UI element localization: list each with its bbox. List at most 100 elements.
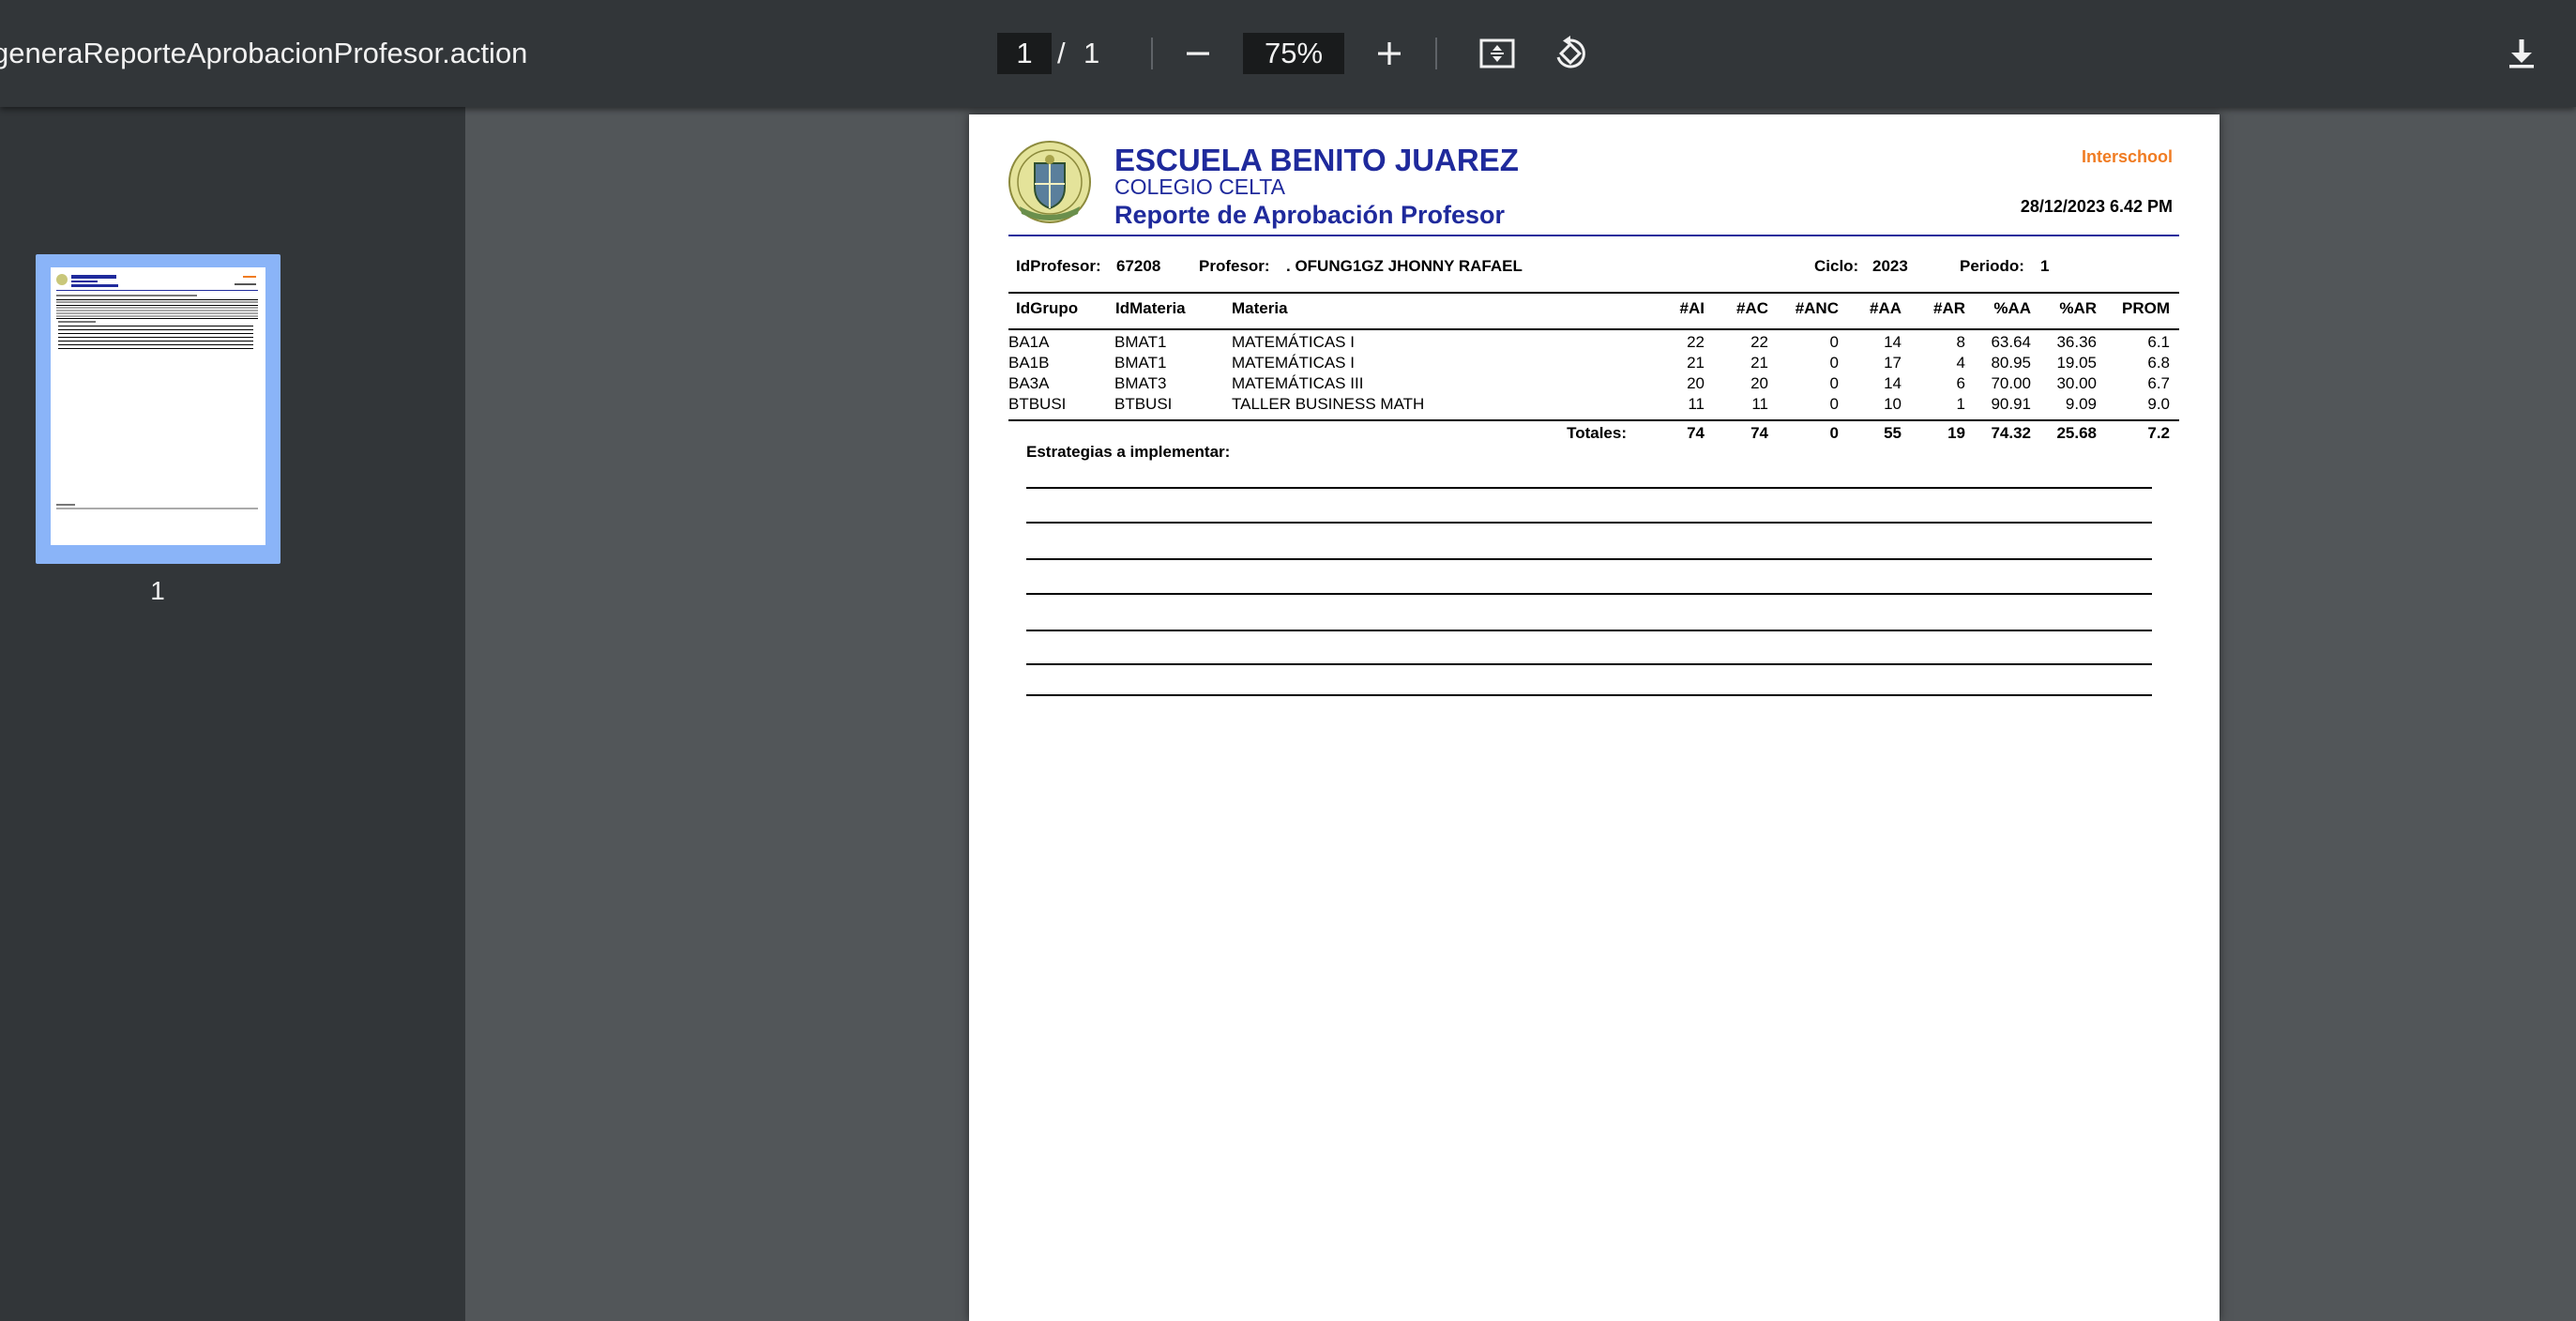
column-header: IdMateria <box>1115 299 1186 317</box>
fit-page-button[interactable] <box>1469 25 1525 82</box>
totals-cell: 55 <box>1884 424 1902 442</box>
profesor-label: Profesor: <box>1199 257 1270 275</box>
column-header: %AA <box>1993 299 2031 317</box>
strategy-line <box>1026 487 2152 489</box>
periodo-label: Periodo: <box>1960 257 2024 275</box>
table-cell: 0 <box>1829 374 1839 392</box>
toolbar-divider <box>1151 38 1153 69</box>
totals-label: Totales: <box>1567 424 1627 442</box>
table-cell: 30.00 <box>2056 374 2097 392</box>
totals-cell: 74 <box>1687 424 1705 442</box>
pdf-toolbar: generaReporteAprobacionProfesor.action /… <box>0 0 2576 107</box>
table-cell: MATEMÁTICAS I <box>1232 354 1355 372</box>
plus-icon <box>1378 42 1401 65</box>
minus-icon <box>1187 52 1209 55</box>
strategy-line <box>1026 630 2152 631</box>
toolbar-divider <box>1435 38 1437 69</box>
column-header: %AR <box>2059 299 2097 317</box>
table-cell: 36.36 <box>2056 333 2097 351</box>
report-title: Reporte de Aprobación Profesor <box>1114 201 1506 229</box>
table-cell: 0 <box>1829 395 1839 413</box>
zoom-level-input[interactable]: 75% <box>1243 33 1344 74</box>
strategy-line <box>1026 593 2152 595</box>
table-cell: 9.09 <box>2065 395 2097 413</box>
table-cell: 0 <box>1829 354 1839 372</box>
header-bottom-rule <box>1008 328 2179 330</box>
table-cell: BTBUSI <box>1008 395 1067 413</box>
strategy-line <box>1026 558 2152 560</box>
page-thumbnail[interactable] <box>36 254 280 564</box>
document-title: generaReporteAprobacionProfesor.action <box>0 37 528 69</box>
table-cell: BMAT3 <box>1114 374 1167 392</box>
column-header: #AR <box>1932 299 1965 317</box>
table-cell: 90.91 <box>1991 395 2031 413</box>
table-top-rule <box>1008 292 2179 294</box>
table-cell: 8 <box>1956 333 1965 351</box>
profesor-value: . OFUNG1GZ JHONNY RAFAEL <box>1286 257 1523 275</box>
table-cell: 14 <box>1884 374 1902 392</box>
ciclo-label: Ciclo: <box>1814 257 1859 275</box>
page-total: 1 <box>1083 37 1100 69</box>
table-cell: 6.7 <box>2147 374 2170 392</box>
totals-cell: 7.2 <box>2147 424 2170 442</box>
table-cell: BMAT1 <box>1114 354 1167 372</box>
table-cell: 21 <box>1687 354 1705 372</box>
table-cell: 19.05 <box>2056 354 2097 372</box>
table-cell: 22 <box>1750 333 1768 351</box>
download-button[interactable] <box>2493 25 2550 82</box>
table-cell: 6.8 <box>2147 354 2170 372</box>
totals-cell: 25.68 <box>2056 424 2097 442</box>
rotate-icon <box>1556 36 1585 68</box>
id-profesor-label: IdProfesor: <box>1016 257 1101 275</box>
thumbnail-page-preview <box>51 267 265 545</box>
table-cell: 14 <box>1884 333 1902 351</box>
table-cell: MATEMÁTICAS III <box>1232 374 1364 392</box>
table-cell: 10 <box>1884 395 1902 413</box>
download-icon <box>2509 39 2534 68</box>
table-cell: 21 <box>1750 354 1768 372</box>
table-cell: 80.95 <box>1991 354 2031 372</box>
pdf-page: ESCUELA BENITO JUAREZ COLEGIO CELTA Repo… <box>969 114 2220 1321</box>
strategy-line <box>1026 694 2152 696</box>
rotate-button[interactable] <box>1542 25 1599 82</box>
report-date: 28/12/2023 6.42 PM <box>2020 197 2173 216</box>
totals-top-rule <box>1008 419 2179 421</box>
totals-cell: 19 <box>1947 424 1965 442</box>
ciclo-value: 2023 <box>1872 257 1908 275</box>
table-cell: 11 <box>1688 395 1705 413</box>
table-cell: 22 <box>1687 333 1705 351</box>
fit-page-icon <box>1479 38 1515 68</box>
table-cell: BA3A <box>1008 374 1050 392</box>
school-crest-logo <box>1008 141 1091 223</box>
table-cell: BA1B <box>1008 354 1050 372</box>
table-cell: 6.1 <box>2147 333 2170 351</box>
campus-name: COLEGIO CELTA <box>1114 175 1285 199</box>
column-header: PROM <box>2122 299 2170 317</box>
column-header: #AA <box>1869 299 1902 317</box>
table-cell: 70.00 <box>1991 374 2031 392</box>
column-header: Materia <box>1232 299 1288 317</box>
totals-cell: 0 <box>1829 424 1839 442</box>
column-header: #AI <box>1679 299 1705 317</box>
thumbnail-preview-graphic <box>56 274 258 509</box>
zoom-in-button[interactable] <box>1361 25 1417 82</box>
periodo-value: 1 <box>2040 257 2050 275</box>
strategy-line <box>1026 522 2152 524</box>
strategy-line <box>1026 663 2152 665</box>
column-header: #AC <box>1735 299 1768 317</box>
table-cell: 6 <box>1956 374 1965 392</box>
table-cell: 20 <box>1687 374 1705 392</box>
page-number-input[interactable] <box>997 33 1052 74</box>
table-cell: 4 <box>1956 354 1965 372</box>
table-cell: 63.64 <box>1991 333 2031 351</box>
page-separator: / <box>1057 37 1066 69</box>
header-divider <box>1008 235 2179 236</box>
table-cell: 11 <box>1751 395 1768 413</box>
table-cell: 9.0 <box>2147 395 2170 413</box>
table-cell: 20 <box>1750 374 1768 392</box>
column-header: #ANC <box>1795 299 1839 317</box>
zoom-out-button[interactable] <box>1170 25 1226 82</box>
table-cell: 0 <box>1829 333 1839 351</box>
table-cell: 17 <box>1884 354 1902 372</box>
table-cell: BTBUSI <box>1114 395 1173 413</box>
